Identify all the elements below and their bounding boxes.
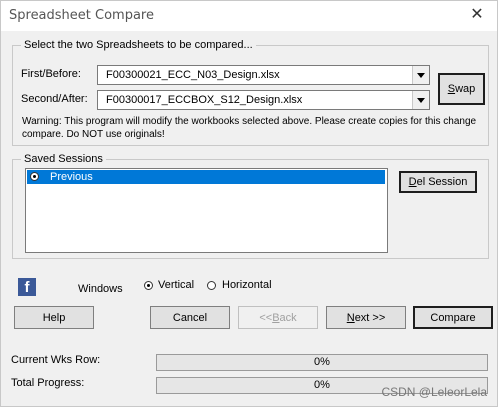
saved-sessions-list[interactable]: Previous: [25, 168, 388, 253]
vertical-label[interactable]: Vertical: [158, 279, 194, 291]
cancel-button[interactable]: Cancel: [150, 306, 230, 329]
total-progress-label: Total Progress:: [11, 377, 85, 389]
del-session-button[interactable]: Del Session: [399, 171, 477, 193]
first-before-dropdown[interactable]: F00300021_ECC_N03_Design.xlsx: [97, 65, 430, 85]
current-wks-row-progress: 0%: [156, 354, 488, 371]
saved-sessions-legend: Saved Sessions: [24, 153, 103, 165]
radio-selected-icon: [30, 172, 39, 181]
help-button[interactable]: Help: [14, 306, 94, 329]
compare-button[interactable]: Compare: [413, 306, 493, 329]
current-wks-row-label: Current Wks Row:: [11, 354, 101, 366]
horizontal-radio[interactable]: [207, 281, 216, 290]
back-button[interactable]: << Back: [238, 306, 318, 329]
chevron-down-icon[interactable]: [412, 66, 429, 84]
current-wks-row-percent: 0%: [314, 356, 330, 368]
second-after-label: Second/After:: [21, 93, 88, 105]
chevron-down-icon[interactable]: [412, 91, 429, 109]
close-icon[interactable]: ✕: [467, 5, 487, 25]
warning-text: Warning: This program will modify the wo…: [22, 116, 477, 140]
windows-label: Windows: [78, 283, 123, 295]
first-before-value: F00300021_ECC_N03_Design.xlsx: [106, 69, 280, 81]
watermark: CSDN @LeleorLela: [381, 385, 487, 399]
second-after-dropdown[interactable]: F00300017_ECCBOX_S12_Design.xlsx: [97, 90, 430, 110]
horizontal-label[interactable]: Horizontal: [222, 279, 272, 291]
second-after-value: F00300017_ECCBOX_S12_Design.xlsx: [106, 94, 303, 106]
session-item-label: Previous: [50, 171, 93, 183]
swap-button[interactable]: Swap: [438, 73, 485, 105]
next-button[interactable]: Next >>: [326, 306, 406, 329]
facebook-icon[interactable]: f: [18, 278, 36, 296]
spreadsheet-compare-dialog: Spreadsheet Compare ✕ Select the two Spr…: [0, 0, 498, 407]
first-before-label: First/Before:: [21, 68, 81, 80]
select-group-legend: Select the two Spreadsheets to be compar…: [24, 39, 253, 51]
session-item-previous[interactable]: Previous: [27, 170, 385, 184]
vertical-radio[interactable]: [144, 281, 153, 290]
window-title: Spreadsheet Compare: [9, 8, 154, 23]
total-progress-percent: 0%: [314, 379, 330, 391]
title-bar: Spreadsheet Compare ✕: [1, 1, 497, 31]
